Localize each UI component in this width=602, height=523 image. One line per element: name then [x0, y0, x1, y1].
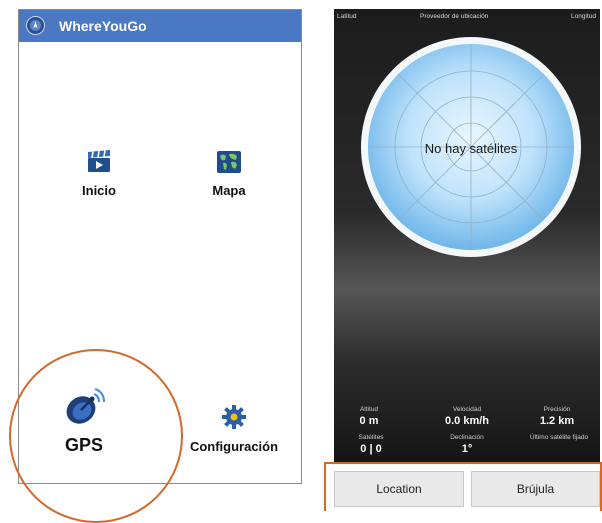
- header-latitude: Latitud: [337, 13, 357, 20]
- stat-altitude: Altitud 0 m: [359, 406, 379, 427]
- gear-icon: [222, 405, 246, 429]
- radar-message: No hay satélites: [425, 141, 518, 156]
- tile-configuracion-label: Configuración: [189, 439, 279, 454]
- stat-precision: Precisión 1.2 km: [539, 406, 575, 427]
- tile-mapa-label: Mapa: [212, 183, 246, 198]
- world-map-icon: [217, 151, 241, 173]
- app-bar: WhereYouGo: [19, 10, 301, 42]
- header-longitude: Longitud: [571, 13, 596, 20]
- tile-inicio-label: Inicio: [82, 183, 116, 198]
- tile-inicio[interactable]: Inicio: [54, 150, 144, 198]
- stat-speed: Velocidad 0.0 km/h: [444, 406, 490, 427]
- satellite-radar: No hay satélites: [361, 37, 581, 257]
- stat-declination: Declinación 1°: [450, 434, 484, 455]
- bottom-bar-highlight: [324, 462, 602, 511]
- tile-configuracion[interactable]: Configuración: [173, 404, 295, 454]
- gps-screen: Latitud Proveedor de ubicación Longitud …: [334, 9, 600, 462]
- header-provider: Proveedor de ubicación: [420, 13, 489, 20]
- stat-satellites: Satélites 0 | 0: [358, 434, 384, 455]
- clapperboard-icon: [88, 150, 110, 172]
- app-logo-icon: [26, 16, 45, 35]
- stat-last-fix: Último satélite fijado: [529, 434, 589, 441]
- app-title: WhereYouGo: [59, 18, 147, 34]
- tile-mapa[interactable]: Mapa: [184, 150, 274, 198]
